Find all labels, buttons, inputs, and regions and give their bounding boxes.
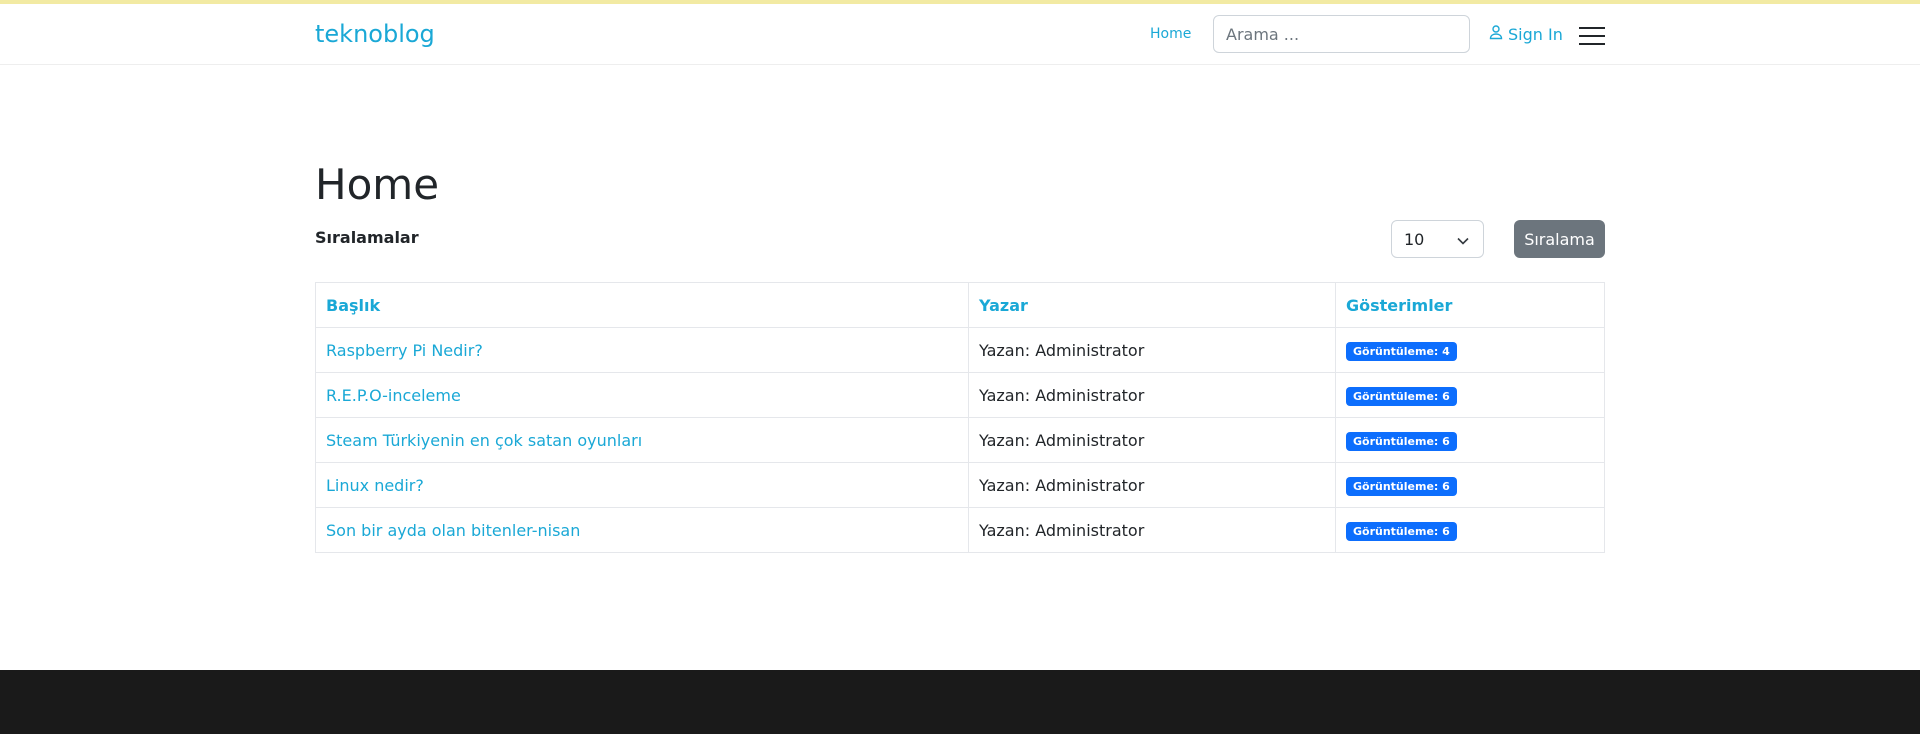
post-title-link[interactable]: Steam Türkiyenin en çok satan oyunları xyxy=(326,431,642,450)
user-icon xyxy=(1488,24,1504,44)
menu-toggle-icon[interactable] xyxy=(1579,27,1605,45)
table-row: R.E.P.O-inceleme Yazan: Administrator Gö… xyxy=(315,372,1605,418)
header-views[interactable]: Gösterimler xyxy=(1335,282,1605,328)
table-row: Linux nedir? Yazan: Administrator Görünt… xyxy=(315,462,1605,508)
post-title-link[interactable]: R.E.P.O-inceleme xyxy=(326,386,461,405)
nav-home-link[interactable]: Home xyxy=(1150,26,1191,42)
sign-in-link[interactable]: Sign In xyxy=(1488,24,1563,44)
sign-in-label: Sign In xyxy=(1508,24,1563,44)
post-title-link[interactable]: Raspberry Pi Nedir? xyxy=(326,341,483,360)
sort-button[interactable]: Sıralama xyxy=(1514,220,1605,258)
table-header-row: Başlık Yazar Gösterimler xyxy=(315,282,1605,328)
header-title[interactable]: Başlık xyxy=(315,282,969,328)
table-row: Raspberry Pi Nedir? Yazan: Administrator… xyxy=(315,327,1605,373)
table-row: Steam Türkiyenin en çok satan oyunları Y… xyxy=(315,417,1605,463)
header-author[interactable]: Yazar xyxy=(968,282,1336,328)
post-author: Yazan: Administrator xyxy=(968,462,1336,508)
chevron-down-icon xyxy=(1457,230,1469,249)
post-author: Yazan: Administrator xyxy=(968,327,1336,373)
views-badge: Görüntüleme: 6 xyxy=(1346,521,1457,541)
post-author: Yazan: Administrator xyxy=(968,417,1336,463)
views-badge: Görüntüleme: 6 xyxy=(1346,431,1457,451)
post-author: Yazan: Administrator xyxy=(968,372,1336,418)
sort-section-label: Sıralamalar xyxy=(315,228,419,247)
views-badge: Görüntüleme: 4 xyxy=(1346,341,1457,361)
per-page-select[interactable]: 10 xyxy=(1391,220,1484,258)
views-badge: Görüntüleme: 6 xyxy=(1346,476,1457,496)
site-header: teknoblog Home Sign In xyxy=(0,4,1920,65)
post-title-link[interactable]: Son bir ayda olan bitenler-nisan xyxy=(326,521,580,540)
site-footer xyxy=(0,670,1920,734)
page-title: Home xyxy=(315,160,440,209)
brand-logo[interactable]: teknoblog xyxy=(315,20,435,48)
post-author: Yazan: Administrator xyxy=(968,507,1336,553)
search-input[interactable] xyxy=(1213,15,1470,53)
posts-table: Başlık Yazar Gösterimler Raspberry Pi Ne… xyxy=(315,282,1605,553)
post-title-link[interactable]: Linux nedir? xyxy=(326,476,424,495)
per-page-value: 10 xyxy=(1404,229,1425,249)
table-row: Son bir ayda olan bitenler-nisan Yazan: … xyxy=(315,507,1605,553)
views-badge: Görüntüleme: 6 xyxy=(1346,386,1457,406)
